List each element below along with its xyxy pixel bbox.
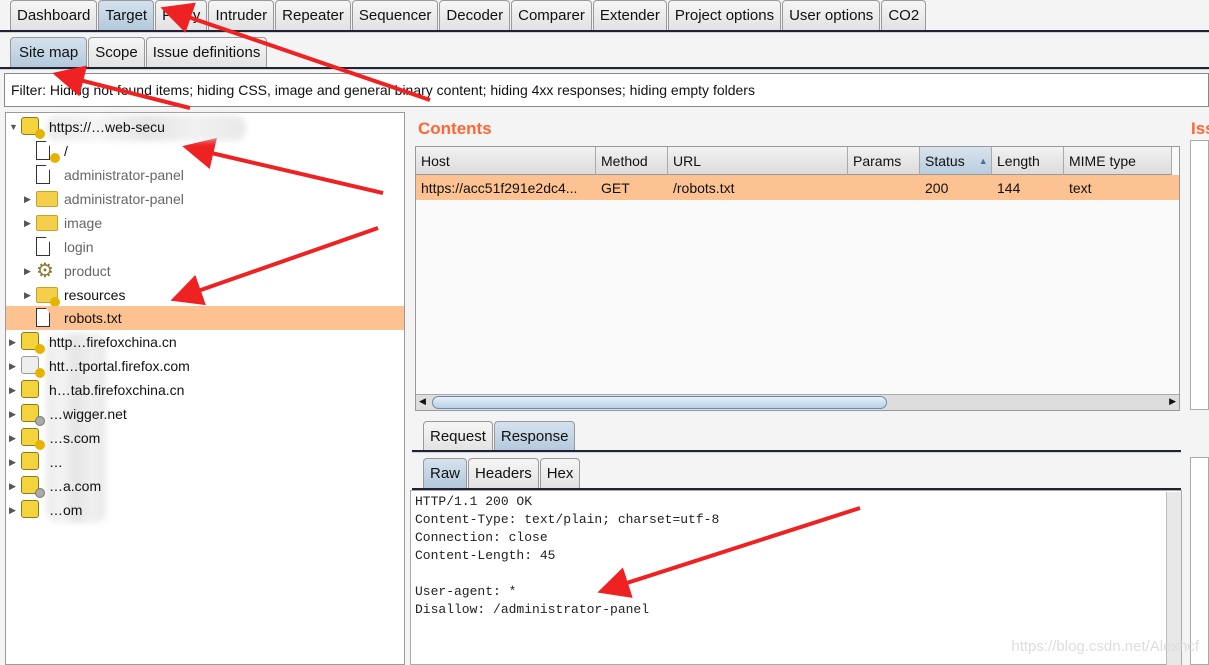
tree-host[interactable]: ▶ …wigger.net (9, 402, 127, 426)
expand-arrow-icon[interactable]: ▶ (24, 218, 36, 229)
lock-icon (21, 428, 45, 450)
divider (412, 450, 1181, 453)
tab-response[interactable]: Response (493, 421, 576, 451)
folder-icon (36, 189, 58, 209)
tab-proxy[interactable]: Proxy (155, 0, 208, 30)
scroll-right-icon[interactable]: ▶ (1169, 396, 1176, 407)
tree-root[interactable]: ▼ https://…web-secu (9, 115, 165, 139)
tree-host[interactable]: ▶ …s.com (9, 426, 100, 450)
tab-decoder[interactable]: Decoder (439, 0, 511, 30)
tree-host[interactable]: ▶… (9, 450, 63, 474)
lock-icon (21, 380, 41, 400)
lock-icon (21, 476, 45, 498)
tree-item[interactable]: ▶ resources (24, 283, 125, 307)
col-mime-type[interactable]: MIME type (1064, 147, 1172, 175)
scroll-thumb[interactable] (432, 396, 887, 409)
lock-icon (21, 500, 41, 520)
expand-arrow-icon[interactable]: ▼ (9, 122, 21, 132)
contents-title: Contents (418, 119, 492, 138)
tree-item[interactable]: administrator-panel (36, 163, 184, 187)
expand-arrow-icon[interactable]: ▶ (24, 194, 36, 205)
tab-headers[interactable]: Headers (468, 458, 539, 488)
tab-user-options[interactable]: User options (782, 0, 881, 30)
col-length[interactable]: Length (992, 147, 1064, 175)
watermark: https://blog.csdn.net/Alexhcf (1011, 638, 1199, 655)
issues-title: Iss (1191, 119, 1209, 138)
cell-status: 200 (925, 180, 949, 196)
expand-arrow-icon[interactable]: ▶ (24, 266, 36, 277)
lock-icon (21, 117, 45, 139)
tab-repeater[interactable]: Repeater (275, 0, 351, 30)
expand-arrow-icon[interactable]: ▶ (24, 290, 36, 301)
filter-text: Filter: Hiding not found items; hiding C… (11, 82, 755, 98)
folder-icon (36, 285, 60, 307)
issues-panel: Iss (1188, 110, 1209, 665)
tab-extender[interactable]: Extender (592, 0, 667, 30)
gear-icon: ⚙ (36, 260, 54, 282)
lock-icon (21, 332, 45, 354)
cell-host: https://acc51f291e2dc4... (421, 180, 578, 196)
folder-icon (36, 213, 58, 233)
tree-item[interactable]: / (36, 139, 68, 163)
site-map-tree[interactable]: ▼ https://…web-secu / administrator-panel… (5, 112, 405, 665)
divider (0, 67, 1209, 70)
tree-host[interactable]: ▶ …a.com (9, 474, 101, 498)
response-text[interactable]: HTTP/1.1 200 OK Content-Type: text/plain;… (415, 493, 719, 619)
tree-item[interactable]: ▶ administrator-panel (24, 187, 184, 211)
message-tabs: Request Response (413, 421, 576, 451)
file-icon (36, 237, 56, 257)
tab-co2[interactable]: CO2 (881, 0, 927, 30)
tab-comparer[interactable]: Comparer (511, 0, 592, 30)
col-host[interactable]: Host (416, 147, 596, 175)
file-icon (36, 141, 60, 163)
cell-mime: text (1069, 180, 1092, 196)
col-method[interactable]: Method (596, 147, 668, 175)
tree-item-selected[interactable]: robots.txt (6, 306, 404, 330)
col-status[interactable]: Status ▲ (920, 147, 992, 175)
tab-target[interactable]: Target (98, 0, 155, 30)
view-tabs: Raw Headers Hex (413, 458, 581, 488)
tab-hex[interactable]: Hex (539, 458, 581, 488)
host-icon (21, 356, 45, 378)
tab-issue-definitions[interactable]: Issue definitions (145, 37, 268, 67)
tab-project-options[interactable]: Project options (667, 0, 782, 30)
tree-host[interactable]: ▶ …om (9, 498, 82, 522)
lock-icon (21, 404, 45, 426)
lock-icon (21, 452, 41, 472)
top-tabs: Dashboard Target Proxy Intruder Repeater… (0, 0, 927, 30)
cell-method: GET (601, 180, 630, 196)
tree-item[interactable]: ▶ image (24, 211, 102, 235)
tab-request[interactable]: Request (423, 421, 493, 451)
tree-item[interactable]: ▶ ⚙ product (24, 259, 111, 283)
tree-host[interactable]: ▶ htt…tportal.firefox.com (9, 354, 190, 378)
tab-site-map[interactable]: Site map (10, 37, 88, 67)
scroll-left-icon[interactable]: ◀ (419, 396, 426, 407)
sort-ascending-icon: ▲ (978, 155, 988, 166)
tab-dashboard[interactable]: Dashboard (10, 0, 98, 30)
tree-item[interactable]: login (36, 235, 94, 259)
tab-scope[interactable]: Scope (88, 37, 145, 67)
divider (0, 30, 1209, 33)
col-url[interactable]: URL (668, 147, 848, 175)
file-icon (36, 308, 56, 328)
tab-intruder[interactable]: Intruder (208, 0, 275, 30)
tree-host[interactable]: ▶ http…firefoxchina.cn (9, 330, 177, 354)
tree-host[interactable]: ▶ h…tab.firefoxchina.cn (9, 378, 184, 402)
horizontal-scrollbar[interactable]: ◀ ▶ (416, 394, 1179, 410)
cell-length: 144 (997, 180, 1021, 196)
tab-raw[interactable]: Raw (423, 458, 468, 488)
sub-tabs: Site map Scope Issue definitions (0, 37, 268, 67)
col-params[interactable]: Params (848, 147, 920, 175)
contents-table[interactable]: Host Method URL Params Status ▲ Length MI… (415, 146, 1180, 411)
cell-url: /robots.txt (673, 180, 735, 196)
tab-sequencer[interactable]: Sequencer (351, 0, 439, 30)
filter-bar[interactable]: Filter: Hiding not found items; hiding C… (4, 73, 1209, 107)
file-icon (36, 165, 56, 185)
